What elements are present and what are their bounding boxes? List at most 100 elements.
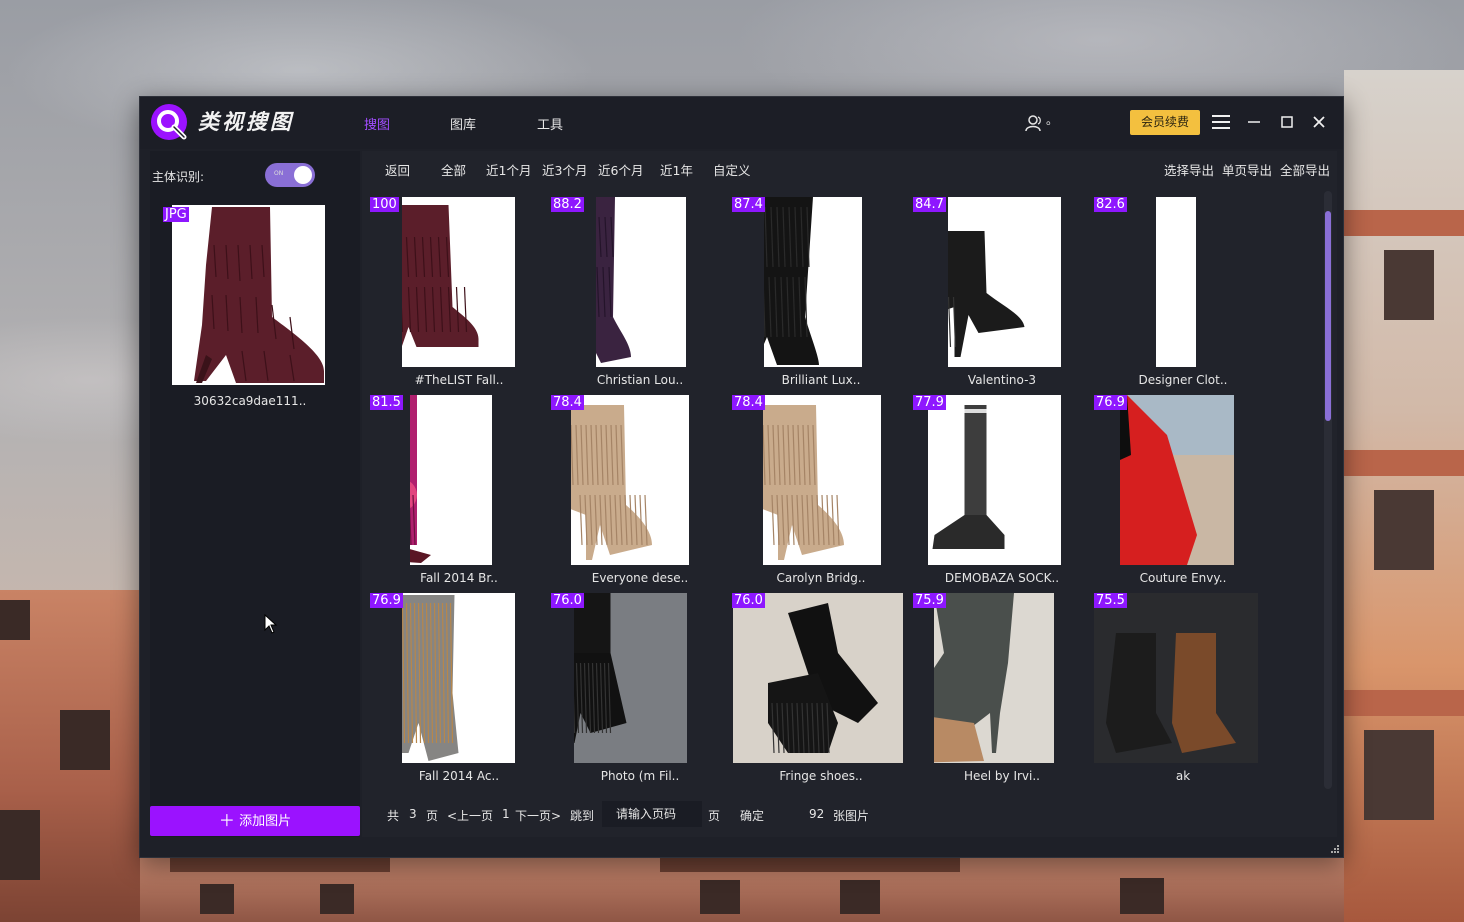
- desktop-building-left: [0, 590, 140, 922]
- result-image[interactable]: [1094, 593, 1258, 763]
- result-card[interactable]: 87.4 Brilliant Lux..: [732, 195, 910, 391]
- result-caption: Fringe shoes..: [779, 769, 863, 783]
- result-shoe-image: [1094, 593, 1258, 763]
- filter-1-year[interactable]: 近1年: [660, 160, 693, 179]
- result-card[interactable]: 76.0 Photo (m Fil..: [551, 591, 729, 787]
- result-caption: Photo (m Fil..: [600, 769, 680, 783]
- result-caption: Valentino-3: [967, 373, 1037, 387]
- result-caption: #TheLIST Fall..: [414, 373, 504, 387]
- menu-icon[interactable]: [1210, 111, 1232, 133]
- result-image[interactable]: [1156, 197, 1196, 367]
- result-shoe-image: [596, 197, 686, 367]
- desktop-building-bottom: [140, 858, 1344, 922]
- pager-current-page: 1: [502, 807, 510, 821]
- export-selected-button[interactable]: 选择导出: [1164, 160, 1214, 179]
- result-image[interactable]: [733, 593, 903, 763]
- result-image[interactable]: [410, 395, 492, 565]
- title-bar: 类视搜图 搜图 图库 工具 。 会员续费: [140, 97, 1343, 149]
- result-shoe-image: [410, 395, 492, 565]
- result-caption: Fall 2014 Ac..: [418, 769, 500, 783]
- plus-icon: ＋: [218, 811, 235, 830]
- results-scrollbar[interactable]: [1324, 191, 1332, 789]
- result-image[interactable]: [928, 395, 1061, 565]
- pagination: 共 3 页 <上一页 1 下一页> 跳到 页 确定 92 张图片: [362, 799, 1062, 829]
- result-card[interactable]: 81.5 Fall 2014 Br..: [370, 393, 548, 589]
- similarity-score-badge: 81.5: [370, 395, 403, 410]
- similarity-score-badge: 82.6: [1094, 197, 1127, 212]
- scrollbar-thumb[interactable]: [1325, 211, 1331, 421]
- similarity-score-badge: 76.0: [732, 593, 765, 608]
- image-count-unit: 张图片: [833, 809, 870, 823]
- app-title: 类视搜图: [198, 109, 294, 134]
- result-image[interactable]: [571, 395, 689, 565]
- result-card[interactable]: 100 #TheLIST Fall..: [370, 195, 548, 391]
- filter-back[interactable]: 返回: [385, 160, 410, 179]
- nav-tools[interactable]: 工具: [537, 114, 563, 133]
- result-card[interactable]: 78.4 Carolyn Bridg..: [732, 393, 910, 589]
- pager-next-button[interactable]: 下一页>: [515, 807, 561, 824]
- result-caption: Heel by Irvi..: [963, 769, 1040, 783]
- user-icon: [1025, 115, 1041, 132]
- result-card[interactable]: 76.9 Couture Envy..: [1094, 393, 1272, 589]
- result-card[interactable]: 82.6 Designer Clot..: [1094, 195, 1272, 391]
- result-image[interactable]: [596, 197, 686, 367]
- result-shoe-image: [934, 593, 1054, 763]
- result-card[interactable]: 77.9 DEMOBAZA SOCK..: [913, 393, 1091, 589]
- toggle-on-text: ON: [274, 170, 284, 177]
- resize-grip-icon[interactable]: [1331, 845, 1339, 853]
- mouse-cursor-icon: [264, 614, 278, 634]
- results-panel: 返回 全部 近1个月 近3个月 近6个月 近1年 自定义 选择导出 单页导出 全…: [362, 151, 1337, 837]
- query-filename: 30632ca9dae111..: [193, 394, 307, 408]
- nav-gallery[interactable]: 图库: [450, 114, 476, 133]
- result-image[interactable]: [763, 395, 881, 565]
- page-number-input[interactable]: [602, 801, 702, 827]
- result-caption: Couture Envy..: [1139, 571, 1227, 585]
- result-image[interactable]: [402, 593, 515, 763]
- query-format-badge: JPG: [163, 207, 189, 222]
- result-caption: Fall 2014 Br..: [420, 571, 498, 585]
- filter-1-month[interactable]: 近1个月: [486, 160, 531, 179]
- result-image[interactable]: [402, 197, 515, 367]
- result-caption: Brilliant Lux..: [781, 373, 861, 387]
- maximize-icon[interactable]: [1276, 111, 1298, 133]
- result-image[interactable]: [574, 593, 687, 763]
- result-card[interactable]: 84.7 Valentino-3: [913, 195, 1091, 391]
- result-card[interactable]: 75.9 Heel by Irvi..: [913, 591, 1091, 787]
- result-card[interactable]: 76.0 Fringe shoes..: [732, 591, 910, 787]
- vip-renew-button[interactable]: 会员续费: [1130, 110, 1200, 135]
- result-caption: DEMOBAZA SOCK..: [944, 571, 1060, 585]
- result-card[interactable]: 88.2 Christian Lou..: [551, 195, 729, 391]
- subject-detect-label: 主体识别:: [152, 170, 205, 184]
- pager-total-prefix: 共: [387, 809, 400, 823]
- result-card[interactable]: 78.4 Everyone dese..: [551, 393, 729, 589]
- similarity-score-badge: 75.5: [1094, 593, 1127, 608]
- subject-detect-toggle[interactable]: ON: [265, 163, 315, 187]
- filter-custom[interactable]: 自定义: [713, 160, 751, 179]
- result-shoe-image: [1120, 395, 1234, 565]
- filter-3-months[interactable]: 近3个月: [542, 160, 587, 179]
- app-logo-icon: [151, 104, 187, 140]
- result-shoe-image: [948, 197, 1061, 367]
- filter-all[interactable]: 全部: [441, 160, 466, 179]
- export-all-button[interactable]: 全部导出: [1280, 160, 1330, 179]
- pager-prev-button[interactable]: <上一页: [447, 807, 493, 824]
- pager-confirm-button[interactable]: 确定: [740, 807, 764, 824]
- result-shoe-image: [574, 593, 687, 763]
- add-image-button[interactable]: ＋ 添加图片: [150, 806, 360, 836]
- user-account-button[interactable]: 。: [1024, 113, 1058, 133]
- result-image[interactable]: [934, 593, 1054, 763]
- filter-6-months[interactable]: 近6个月: [598, 160, 643, 179]
- minimize-icon[interactable]: [1243, 111, 1265, 133]
- result-card[interactable]: 76.9 Fall 2014 Ac..: [370, 591, 548, 787]
- nav-search[interactable]: 搜图: [364, 114, 390, 133]
- result-image[interactable]: [764, 197, 862, 367]
- result-image[interactable]: [1120, 395, 1234, 565]
- close-icon[interactable]: [1308, 111, 1330, 133]
- export-page-button[interactable]: 单页导出: [1222, 160, 1272, 179]
- similarity-score-badge: 84.7: [913, 197, 946, 212]
- result-card[interactable]: 75.5 ak: [1094, 591, 1272, 787]
- result-shoe-image: [571, 395, 689, 565]
- result-image[interactable]: [948, 197, 1061, 367]
- query-image[interactable]: [172, 205, 325, 385]
- result-shoe-image: [402, 197, 515, 367]
